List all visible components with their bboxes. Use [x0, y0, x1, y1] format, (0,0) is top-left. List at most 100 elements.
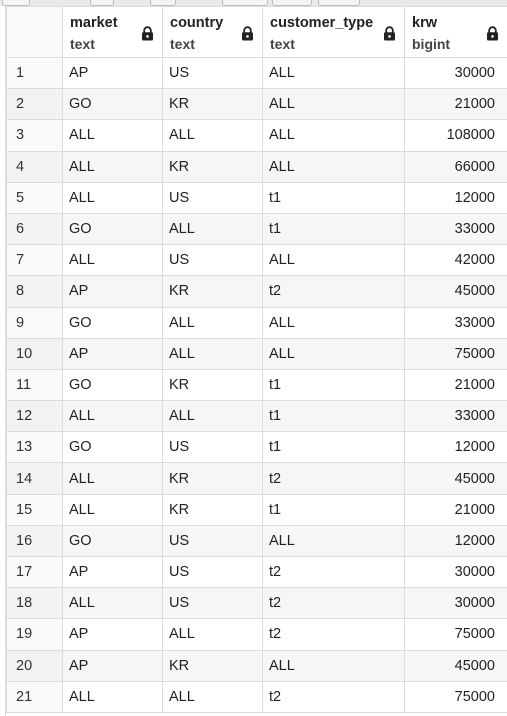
row-number[interactable]: 18 — [6, 587, 63, 620]
table-row[interactable]: 19 AP ALL t2 75000 — [6, 618, 507, 651]
cell-krw[interactable]: 12000 — [404, 431, 507, 464]
cell-country[interactable]: US — [162, 56, 263, 90]
cell-customer-type[interactable]: t1 — [262, 431, 405, 464]
row-number[interactable]: 14 — [6, 462, 63, 495]
row-number[interactable]: 4 — [6, 150, 63, 183]
table-row[interactable]: 14 ALL KR t2 45000 — [6, 462, 507, 495]
row-number[interactable]: 20 — [6, 649, 63, 682]
table-row[interactable]: 9 GO ALL ALL 33000 — [6, 306, 507, 339]
table-row[interactable]: 11 GO KR t1 21000 — [6, 368, 507, 402]
row-number[interactable]: 10 — [6, 337, 63, 370]
column-header-country[interactable]: country text — [162, 6, 263, 58]
cell-customer-type[interactable]: ALL — [262, 88, 405, 121]
cell-country[interactable]: ALL — [162, 306, 263, 339]
table-row[interactable]: 6 GO ALL t1 33000 — [6, 212, 507, 246]
cell-country[interactable]: ALL — [162, 119, 263, 152]
table-row[interactable]: 21 ALL ALL t2 75000 — [6, 680, 507, 713]
cell-customer-type[interactable]: ALL — [262, 150, 405, 183]
cell-country[interactable]: US — [162, 587, 263, 620]
cell-krw[interactable]: 75000 — [404, 680, 507, 713]
row-number[interactable]: 8 — [6, 275, 63, 308]
cell-customer-type[interactable]: t2 — [262, 587, 405, 620]
table-row[interactable]: 2 GO KR ALL 21000 — [6, 88, 507, 121]
cell-market[interactable]: GO — [62, 431, 163, 464]
row-number[interactable]: 7 — [6, 244, 63, 277]
cell-country[interactable]: US — [162, 431, 263, 464]
cell-customer-type[interactable]: t1 — [262, 368, 405, 402]
cell-market[interactable]: ALL — [62, 119, 163, 152]
cell-customer-type[interactable]: t2 — [262, 462, 405, 495]
cell-market[interactable]: GO — [62, 368, 163, 402]
table-row[interactable]: 15 ALL KR t1 21000 — [6, 493, 507, 526]
cell-market[interactable]: AP — [62, 337, 163, 370]
cell-krw[interactable]: 45000 — [404, 275, 507, 308]
column-header-market[interactable]: market text — [62, 6, 163, 58]
cell-market[interactable]: AP — [62, 555, 163, 589]
row-number[interactable]: 15 — [6, 493, 63, 526]
cell-country[interactable]: ALL — [162, 680, 263, 713]
cell-market[interactable]: GO — [62, 88, 163, 121]
row-number[interactable]: 12 — [6, 400, 63, 433]
cell-krw[interactable]: 30000 — [404, 587, 507, 620]
cell-krw[interactable]: 66000 — [404, 150, 507, 183]
table-row[interactable]: 18 ALL US t2 30000 — [6, 587, 507, 620]
cell-country[interactable]: ALL — [162, 212, 263, 246]
cell-country[interactable]: KR — [162, 649, 263, 682]
table-row[interactable]: 5 ALL US t1 12000 — [6, 181, 507, 214]
cell-krw[interactable]: 33000 — [404, 306, 507, 339]
cell-krw[interactable]: 30000 — [404, 555, 507, 589]
table-row[interactable]: 12 ALL ALL t1 33000 — [6, 400, 507, 433]
cell-customer-type[interactable]: ALL — [262, 56, 405, 90]
row-number[interactable]: 1 — [6, 56, 63, 90]
cell-market[interactable]: ALL — [62, 587, 163, 620]
cell-market[interactable]: ALL — [62, 181, 163, 214]
table-row[interactable]: 17 AP US t2 30000 — [6, 555, 507, 589]
cell-krw[interactable]: 21000 — [404, 368, 507, 402]
cell-krw[interactable]: 12000 — [404, 181, 507, 214]
row-number[interactable]: 11 — [6, 368, 63, 402]
cell-country[interactable]: US — [162, 524, 263, 558]
cell-country[interactable]: KR — [162, 150, 263, 183]
table-row[interactable]: 13 GO US t1 12000 — [6, 431, 507, 464]
cell-market[interactable]: GO — [62, 212, 163, 246]
table-row[interactable]: 16 GO US ALL 12000 — [6, 524, 507, 558]
cell-country[interactable]: ALL — [162, 337, 263, 370]
cell-country[interactable]: KR — [162, 368, 263, 402]
cell-krw[interactable]: 45000 — [404, 462, 507, 495]
row-number[interactable]: 9 — [6, 306, 63, 339]
cell-market[interactable]: AP — [62, 618, 163, 651]
cell-market[interactable]: AP — [62, 649, 163, 682]
cell-customer-type[interactable]: t1 — [262, 400, 405, 433]
cell-customer-type[interactable]: ALL — [262, 337, 405, 370]
row-number[interactable]: 6 — [6, 212, 63, 246]
column-header-customer-type[interactable]: customer_type text — [262, 6, 405, 58]
table-row[interactable]: 3 ALL ALL ALL 108000 — [6, 119, 507, 152]
cell-country[interactable]: KR — [162, 493, 263, 526]
cell-customer-type[interactable]: ALL — [262, 244, 405, 277]
cell-customer-type[interactable]: t1 — [262, 493, 405, 526]
cell-customer-type[interactable]: ALL — [262, 524, 405, 558]
cell-krw[interactable]: 75000 — [404, 337, 507, 370]
cell-market[interactable]: ALL — [62, 493, 163, 526]
table-row[interactable]: 8 AP KR t2 45000 — [6, 275, 507, 308]
column-header-krw[interactable]: krw bigint — [404, 6, 507, 58]
cell-customer-type[interactable]: ALL — [262, 306, 405, 339]
row-number[interactable]: 17 — [6, 555, 63, 589]
row-number[interactable]: 2 — [6, 88, 63, 121]
cell-market[interactable]: ALL — [62, 680, 163, 713]
cell-krw[interactable]: 30000 — [404, 56, 507, 90]
cell-country[interactable]: ALL — [162, 400, 263, 433]
row-number[interactable]: 5 — [6, 181, 63, 214]
table-row[interactable]: 7 ALL US ALL 42000 — [6, 244, 507, 277]
cell-customer-type[interactable]: t1 — [262, 212, 405, 246]
row-number[interactable]: 19 — [6, 618, 63, 651]
cell-krw[interactable]: 33000 — [404, 400, 507, 433]
cell-krw[interactable]: 21000 — [404, 88, 507, 121]
cell-market[interactable]: GO — [62, 306, 163, 339]
cell-market[interactable]: ALL — [62, 462, 163, 495]
cell-krw[interactable]: 12000 — [404, 524, 507, 558]
cell-country[interactable]: KR — [162, 88, 263, 121]
cell-market[interactable]: GO — [62, 524, 163, 558]
cell-country[interactable]: US — [162, 244, 263, 277]
cell-customer-type[interactable]: t2 — [262, 680, 405, 713]
